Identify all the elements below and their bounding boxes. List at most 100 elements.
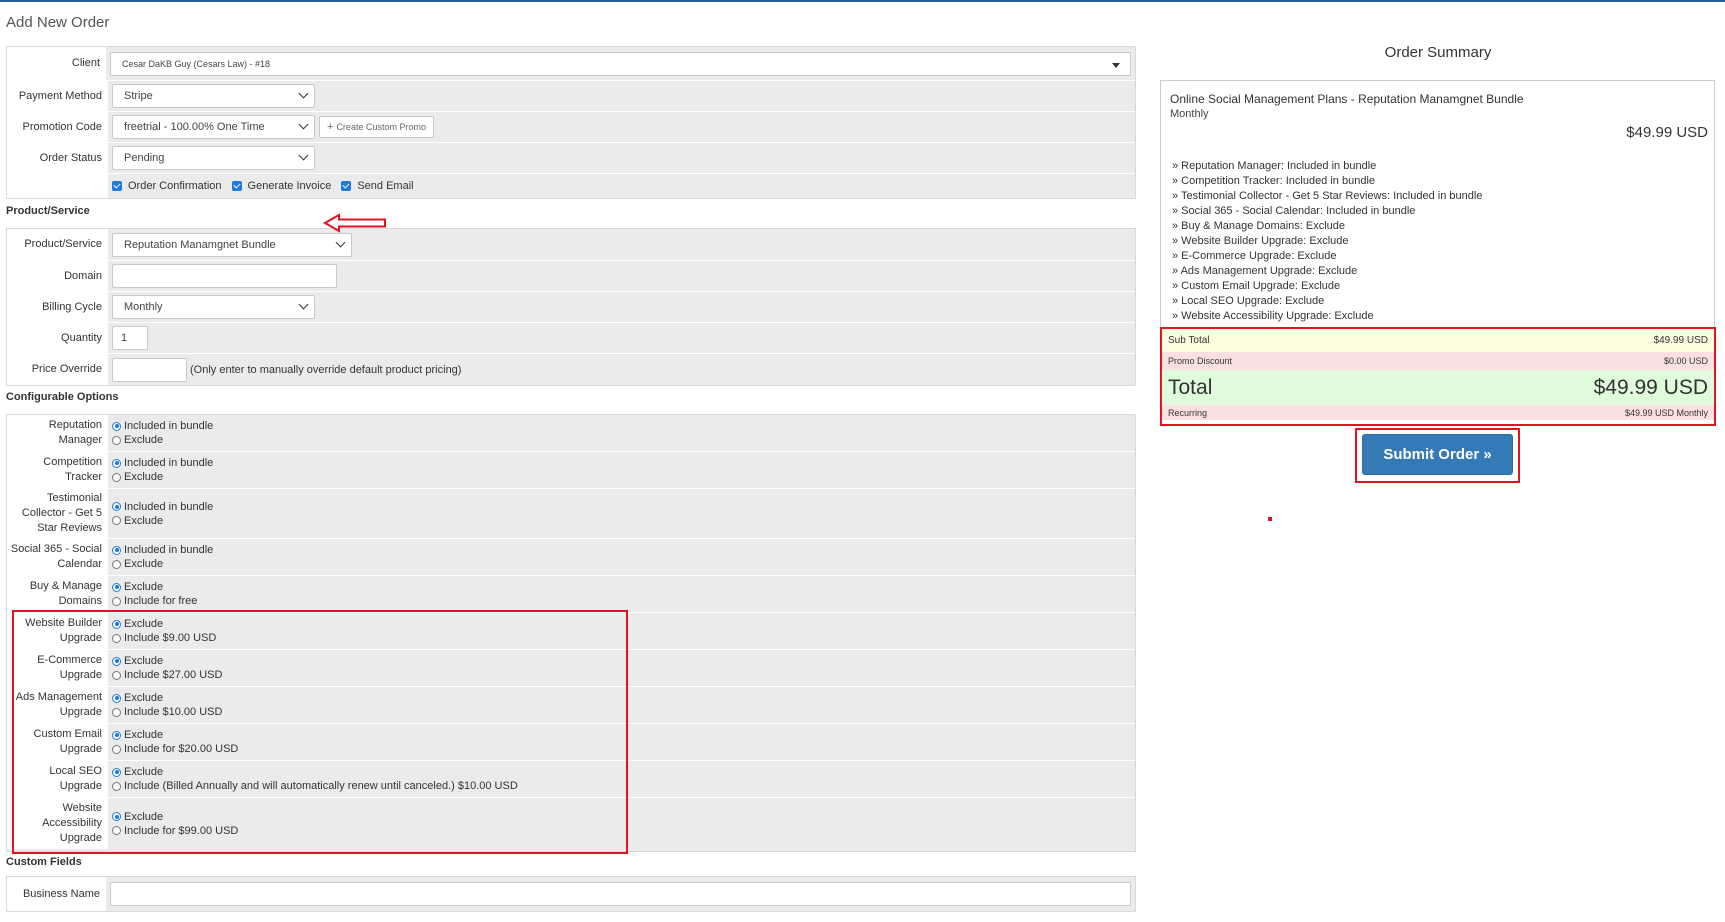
radio-option[interactable]: Include $10.00 USD: [112, 705, 222, 719]
summary-option-item: » E-Commerce Upgrade: Exclude: [1172, 250, 1337, 262]
product-select[interactable]: Reputation Manamgnet Bundle: [112, 232, 352, 257]
config-option-label: Website Accessibility Upgrade: [7, 798, 108, 849]
client-label: Client: [7, 47, 106, 80]
send-email-checkbox[interactable]: Send Email: [341, 180, 414, 192]
config-option-row: Local SEO Upgrade Exclude Include (Bille…: [7, 761, 1135, 798]
promo-discount-value: $0.00 USD: [1663, 356, 1708, 366]
radio-option[interactable]: Included in bundle: [112, 456, 213, 470]
price-override-input[interactable]: [112, 357, 187, 382]
client-row: Client Cesar DaKB Guy (Cesars Law) - #18: [7, 47, 1135, 81]
config-option-row: Ads Management Upgrade Exclude Include $…: [7, 687, 1135, 724]
config-option-label: Social 365 - Social Calendar: [7, 539, 108, 575]
config-option-row: Competition Tracker Included in bundle E…: [7, 452, 1135, 489]
radio-option[interactable]: Exclude: [112, 810, 238, 824]
radio-option[interactable]: Included in bundle: [112, 419, 213, 433]
order-status-select[interactable]: Pending: [112, 146, 315, 170]
radio-option[interactable]: Include $9.00 USD: [112, 631, 216, 645]
radio-option[interactable]: Exclude: [112, 580, 197, 594]
summary-options-list: » Reputation Manager: Included in bundle…: [1172, 159, 1482, 324]
client-select[interactable]: Cesar DaKB Guy (Cesars Law) - #18: [110, 51, 1131, 76]
order-status-label: Order Status: [7, 143, 108, 173]
radio-unselected-icon: [112, 559, 121, 569]
radio-option[interactable]: Include for $99.00 USD: [112, 824, 238, 838]
quantity-label: Quantity: [7, 323, 108, 353]
radio-option[interactable]: Exclude: [112, 728, 238, 742]
submit-order-button[interactable]: Submit Order »: [1362, 434, 1513, 475]
radio-option[interactable]: Exclude: [112, 470, 213, 484]
business-name-input[interactable]: [110, 882, 1131, 906]
config-option-label: Buy & Manage Domains: [7, 576, 108, 612]
radio-unselected-icon: [112, 633, 121, 643]
total-value: $49.99 USD: [1593, 375, 1708, 399]
radio-selected-icon: [112, 582, 121, 592]
custom-fields-table: Business Name: [6, 876, 1136, 912]
chevron-down-icon: [298, 150, 309, 161]
radio-option[interactable]: Exclude: [112, 691, 222, 705]
payment-method-select[interactable]: Stripe: [112, 84, 315, 108]
radio-option[interactable]: Exclude: [112, 765, 518, 779]
order-summary-title: Order Summary: [1384, 44, 1492, 61]
summary-option-item: » Website Builder Upgrade: Exclude: [1172, 235, 1349, 247]
summary-option-item: » Ads Management Upgrade: Exclude: [1172, 265, 1358, 277]
config-option-row: E-Commerce Upgrade Exclude Include $27.0…: [7, 650, 1135, 687]
total-row: Total $49.99 USD: [1162, 370, 1714, 405]
price-override-label: Price Override: [7, 354, 108, 385]
radio-option[interactable]: Included in bundle: [112, 543, 213, 557]
promotion-code-value: freetrial - 100.00% One Time: [124, 121, 265, 133]
quantity-input[interactable]: 1: [112, 326, 148, 350]
radio-selected-icon: [112, 619, 121, 629]
order-status-value: Pending: [124, 152, 165, 164]
config-option-label: Custom Email Upgrade: [7, 724, 108, 760]
radio-selected-icon: [112, 458, 121, 468]
chevron-down-icon: [298, 299, 309, 310]
config-option-row: Buy & Manage Domains Exclude Include for…: [7, 576, 1135, 613]
radio-option[interactable]: Include (Billed Annually and will automa…: [112, 779, 518, 793]
radio-option[interactable]: Exclude: [112, 654, 222, 668]
caret-down-icon: [1112, 62, 1120, 68]
business-name-label: Business Name: [7, 877, 106, 911]
domain-input[interactable]: [112, 264, 337, 288]
product-section-title: Product/Service: [6, 205, 90, 217]
config-option-row: Testimonial Collector - Get 5 Star Revie…: [7, 489, 1135, 539]
config-option-row: Website Builder Upgrade Exclude Include …: [7, 613, 1135, 650]
radio-option[interactable]: Include for free: [112, 594, 197, 608]
radio-selected-icon: [112, 812, 121, 821]
radio-option[interactable]: Include for $20.00 USD: [112, 742, 238, 756]
config-option-row: Social 365 - Social Calendar Included in…: [7, 539, 1135, 576]
radio-option[interactable]: Include $27.00 USD: [112, 668, 222, 682]
radio-selected-icon: [112, 656, 121, 666]
payment-method-row: Payment Method Stripe: [7, 81, 1135, 112]
order-status-row: Order Status Pending: [7, 143, 1135, 174]
radio-selected-icon: [112, 767, 121, 777]
config-option-label: Local SEO Upgrade: [7, 761, 108, 797]
radio-unselected-icon: [112, 781, 121, 791]
radio-unselected-icon: [112, 707, 121, 717]
create-promo-label: Create Custom Promo: [336, 122, 426, 132]
generate-invoice-checkbox[interactable]: Generate Invoice: [231, 180, 331, 192]
order-confirmation-checkbox[interactable]: Order Confirmation: [112, 180, 222, 192]
billing-cycle-select[interactable]: Monthly: [112, 295, 315, 319]
radio-selected-icon: [112, 502, 121, 511]
radio-option[interactable]: Exclude: [112, 617, 216, 631]
radio-unselected-icon: [112, 516, 121, 525]
radio-option[interactable]: Exclude: [112, 433, 213, 447]
product-value: Reputation Manamgnet Bundle: [124, 238, 276, 251]
radio-option[interactable]: Exclude: [112, 557, 213, 571]
checkbox-checked-icon: [341, 181, 352, 191]
billing-cycle-value: Monthly: [124, 301, 163, 313]
chevron-down-icon: [335, 237, 346, 247]
chevron-down-icon: [298, 88, 309, 99]
summary-option-item: » Competition Tracker: Included in bundl…: [1172, 175, 1376, 187]
promotion-code-select[interactable]: freetrial - 100.00% One Time: [112, 115, 315, 139]
config-option-label: Website Builder Upgrade: [7, 613, 108, 649]
radio-option[interactable]: Included in bundle: [112, 500, 213, 514]
payment-method-label: Payment Method: [7, 81, 108, 111]
create-custom-promo-button[interactable]: + Create Custom Promo: [319, 116, 434, 138]
config-option-row: Reputation Manager Included in bundle Ex…: [7, 415, 1135, 452]
order-options-row: Order Confirmation Generate Invoice Send…: [7, 174, 1135, 198]
radio-option[interactable]: Exclude: [112, 514, 213, 528]
product-label: Product/Service: [7, 229, 108, 260]
configurable-options-title: Configurable Options: [6, 391, 119, 403]
client-value: Cesar DaKB Guy (Cesars Law) - #18: [122, 58, 271, 69]
summary-product-name: Online Social Management Plans - Reputat…: [1170, 92, 1524, 106]
